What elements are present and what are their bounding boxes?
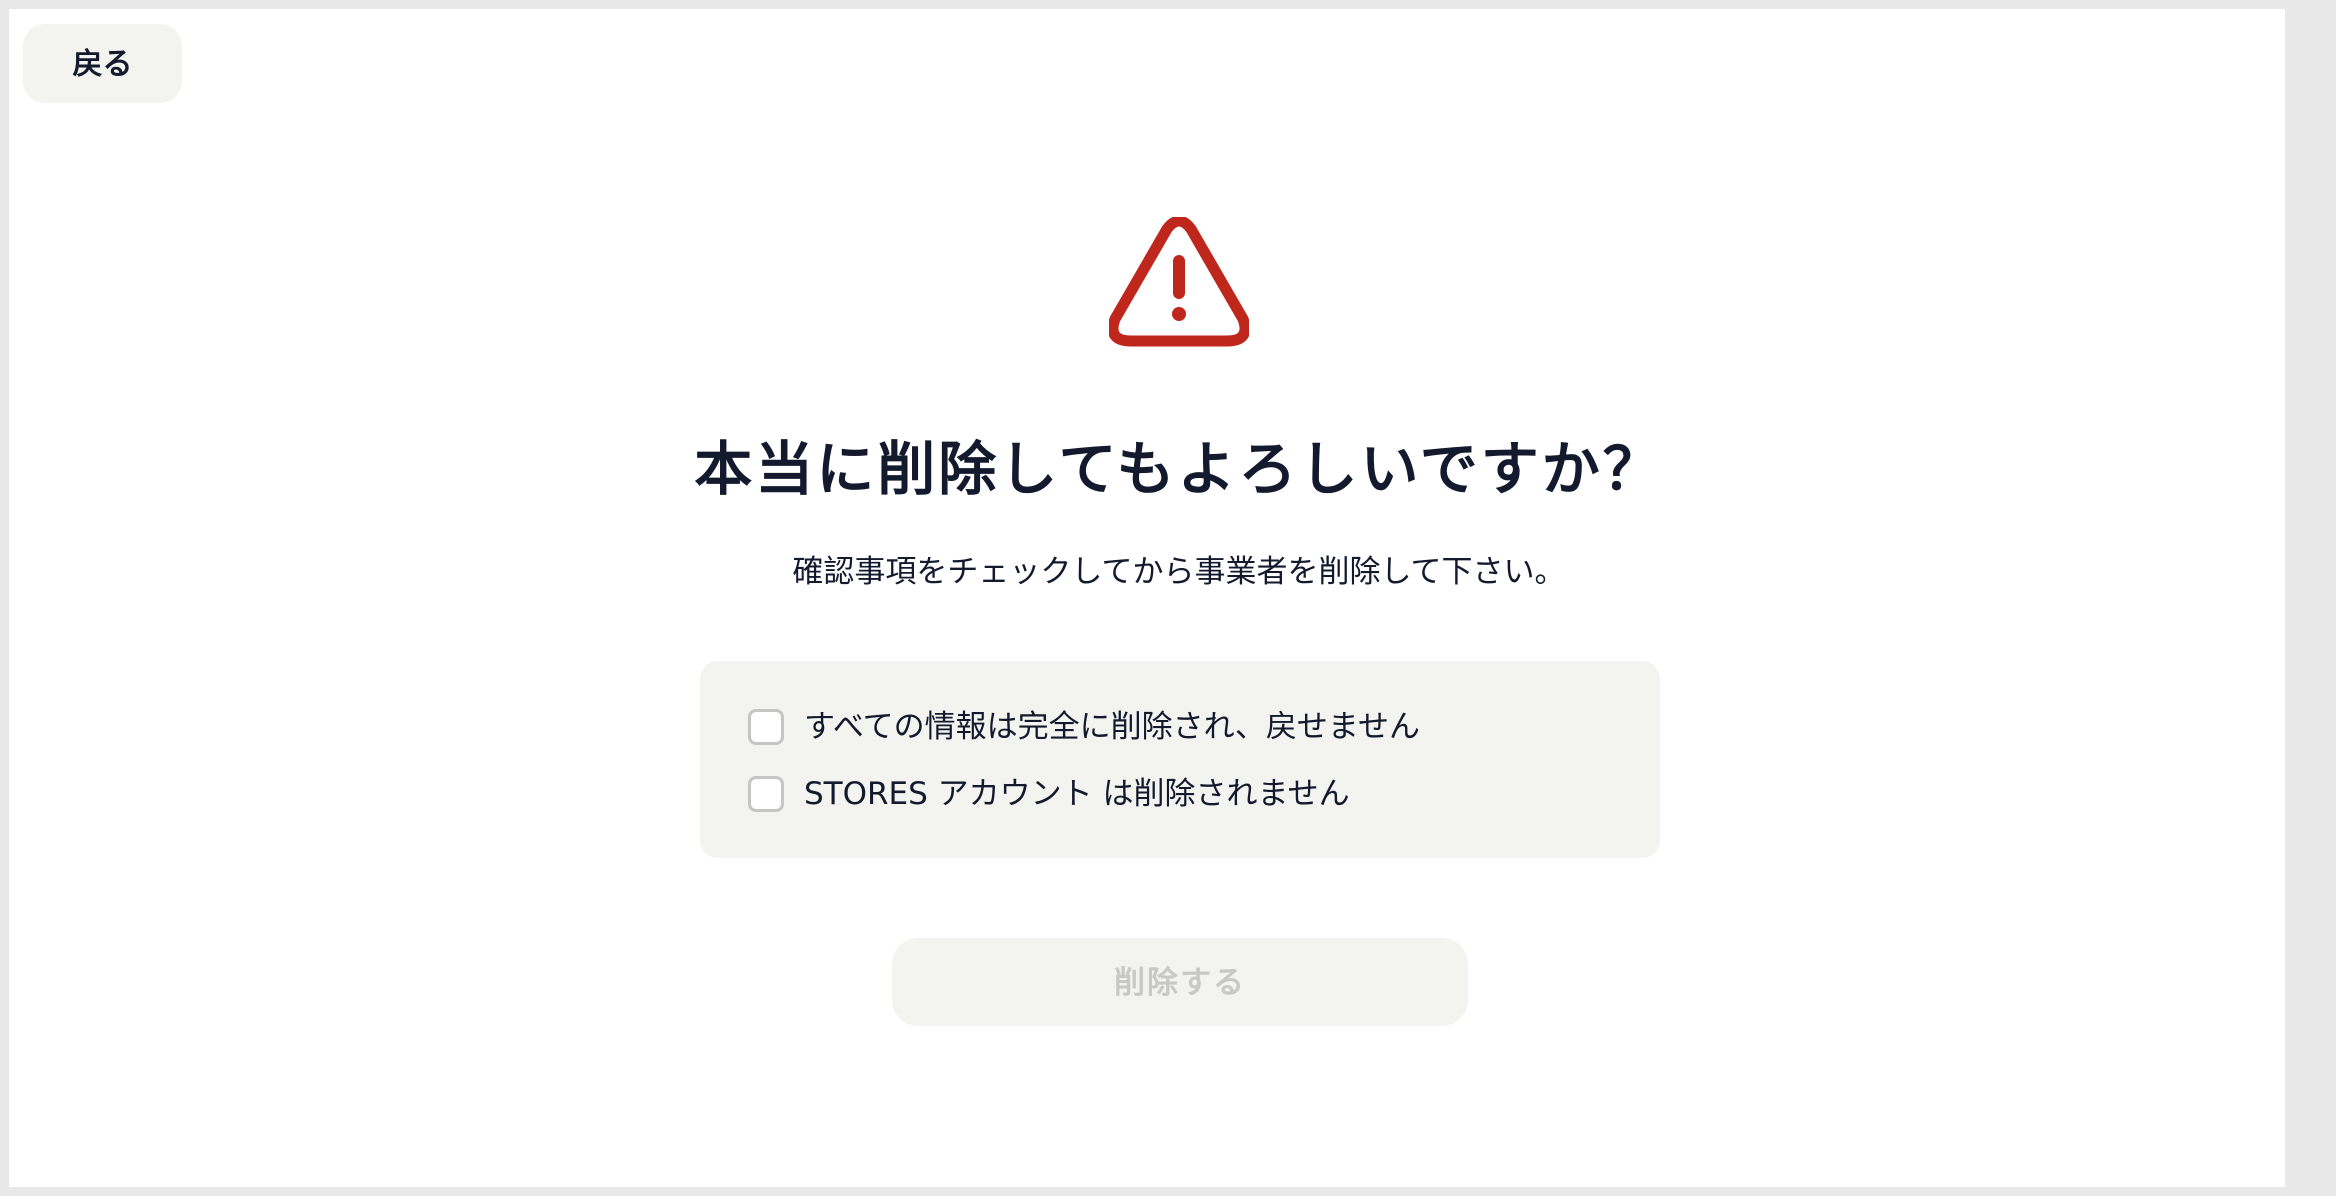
- warning-triangle-icon: [1109, 217, 1249, 347]
- checklist-checkbox[interactable]: [748, 776, 784, 812]
- confirmation-instructions: 確認事項をチェックしてから事業者を削除して下さい。: [792, 554, 1566, 590]
- confirmation-checklist: すべての情報は完全に削除され、戻せません STORES アカウント は削除されま…: [700, 661, 1660, 858]
- checklist-item-data-deleted[interactable]: すべての情報は完全に削除され、戻せません: [748, 701, 1420, 753]
- checklist-checkbox[interactable]: [748, 709, 784, 745]
- page-title: 本当に削除してもよろしいですか？: [694, 435, 1664, 503]
- checklist-item-label: STORES アカウント は削除されません: [804, 776, 1350, 812]
- checklist-item-label: すべての情報は完全に削除され、戻せません: [804, 709, 1420, 745]
- page-frame: 戻る 本当に削除してもよろしいですか？ 確認事項をチェックしてから事業者を削除し…: [9, 9, 2285, 1187]
- delete-button[interactable]: 削除する: [892, 938, 1468, 1026]
- back-button[interactable]: 戻る: [23, 24, 182, 103]
- checklist-item-account-kept[interactable]: STORES アカウント は削除されません: [748, 768, 1350, 820]
